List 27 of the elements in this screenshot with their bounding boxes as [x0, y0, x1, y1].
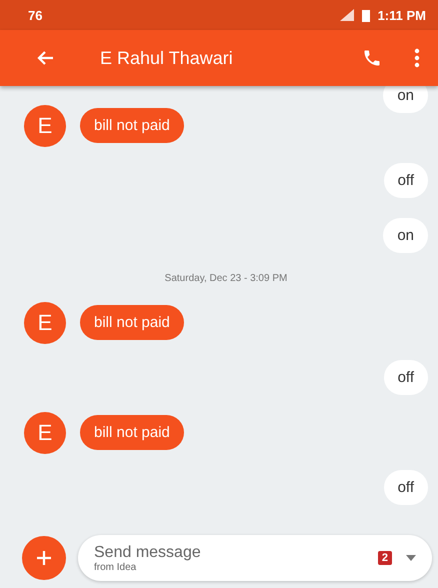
outgoing-message: off — [384, 470, 428, 505]
contact-name: E Rahul Thawari — [100, 48, 234, 68]
incoming-message: bill not paid — [80, 415, 184, 450]
contact-avatar: E — [24, 302, 66, 344]
contact-avatar: E — [24, 412, 66, 454]
message-placeholder: Send message — [94, 544, 202, 562]
status-text: 76 — [28, 8, 42, 22]
dropdown-caret-icon[interactable] — [406, 555, 416, 561]
status-time: 1:11 PM — [378, 8, 426, 22]
outgoing-message: on — [383, 86, 428, 113]
signal-icon — [340, 9, 354, 21]
outgoing-message: on — [383, 218, 428, 253]
incoming-message: bill not paid — [80, 108, 184, 143]
outgoing-message: off — [384, 360, 428, 395]
date-separator: Saturday, Dec 23 - 3:09 PM — [164, 272, 288, 286]
message-field[interactable]: Send message from Idea 2 — [78, 535, 432, 581]
add-button[interactable] — [22, 536, 66, 580]
battery-icon — [362, 8, 370, 22]
phone-icon[interactable] — [362, 48, 382, 68]
sim-label: from Idea — [94, 562, 138, 572]
incoming-message: bill not paid — [80, 305, 184, 340]
sim-badge[interactable]: 2 — [378, 551, 392, 565]
plus-icon — [36, 550, 52, 566]
back-arrow-icon[interactable] — [36, 50, 54, 66]
contact-avatar: E — [24, 104, 66, 146]
outgoing-message: off — [384, 163, 428, 198]
more-options-icon[interactable] — [414, 48, 420, 68]
